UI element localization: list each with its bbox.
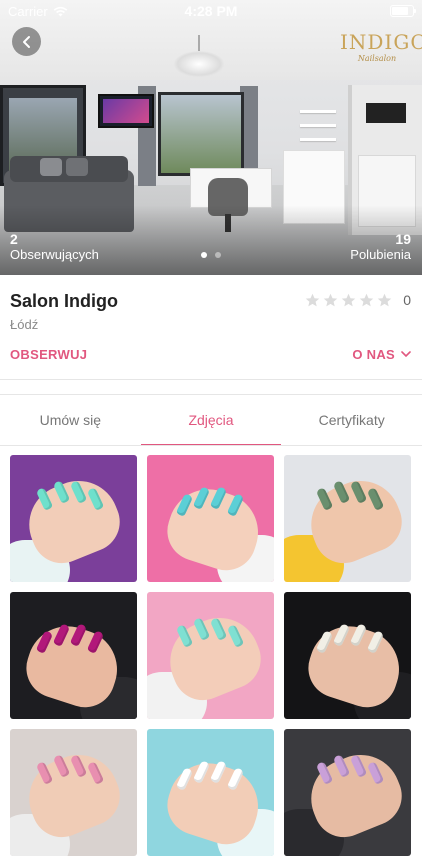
about-label: O NAS (352, 347, 395, 362)
followers-stat[interactable]: 2 Obserwujących (10, 231, 99, 263)
battery-level (392, 7, 408, 15)
photo-pillow (40, 158, 62, 176)
salon-logo-sign: INDIGO Nailsalon (340, 30, 422, 63)
likes-stat[interactable]: 19 Polubienia (350, 231, 411, 263)
tab-photos[interactable]: Zdjęcia (140, 395, 282, 445)
star-icon (324, 293, 338, 306)
follow-button[interactable]: OBSERWUJ (10, 347, 87, 362)
battery-icon (390, 5, 416, 17)
salon-name: Salon Indigo (10, 291, 118, 311)
likes-count: 19 (395, 231, 411, 247)
star-icon (378, 293, 392, 306)
star-icon (360, 293, 374, 306)
tab-book[interactable]: Umów się (0, 395, 141, 445)
rating-stars (305, 293, 392, 308)
photo-shelf (300, 110, 336, 113)
photo-chandelier (174, 35, 224, 80)
gallery-photo[interactable] (10, 592, 137, 719)
chevron-left-icon (22, 35, 30, 48)
status-bar: Carrier 4:28 PM (0, 0, 422, 22)
star-icon (306, 293, 320, 306)
status-time: 4:28 PM (184, 3, 238, 19)
tabs-divider (0, 445, 422, 446)
back-button[interactable] (12, 27, 41, 56)
photo-pillow (66, 158, 88, 176)
gallery-photo[interactable] (10, 455, 137, 582)
tab-certificates[interactable]: Certyfikaty (281, 395, 422, 445)
page-dot[interactable] (201, 252, 207, 258)
rating[interactable]: 0 (305, 292, 411, 308)
gallery-photo[interactable] (147, 592, 274, 719)
photo-shelf (300, 138, 336, 141)
salon-city: Łódź (10, 317, 39, 332)
gallery-photo[interactable] (147, 729, 274, 856)
tab-bar: Umów się Zdjęcia Certyfikaty (0, 395, 422, 445)
photo-page-indicator[interactable] (0, 252, 422, 258)
gallery-photo[interactable] (10, 729, 137, 856)
page-dot[interactable] (215, 252, 221, 258)
photo-tv (98, 94, 154, 128)
photo-shelf (300, 124, 336, 127)
logo-subtext: Nailsalon (357, 54, 397, 63)
rating-count: 0 (403, 292, 411, 308)
gallery-photo[interactable] (284, 592, 411, 719)
gallery-photo[interactable] (284, 729, 411, 856)
photo-gallery (10, 455, 412, 856)
gallery-photo[interactable] (284, 455, 411, 582)
section-divider (0, 379, 422, 380)
chevron-down-icon (401, 351, 411, 358)
gallery-photo[interactable] (147, 455, 274, 582)
star-icon (342, 293, 356, 306)
logo-text: INDIGO (340, 30, 422, 54)
followers-count: 2 (10, 231, 18, 247)
about-button[interactable]: O NAS (352, 347, 411, 362)
photo-window (158, 92, 244, 176)
